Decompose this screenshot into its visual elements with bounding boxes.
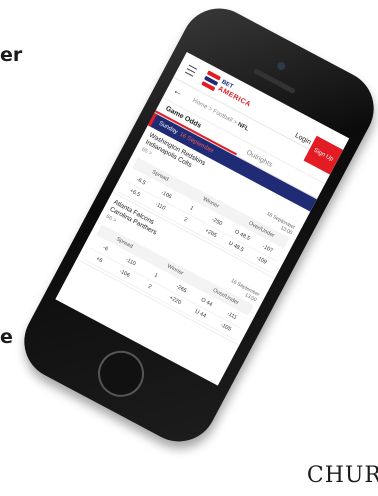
breadcrumb-football[interactable]: Football — [212, 109, 234, 124]
breadcrumb-current: NFL — [236, 121, 250, 133]
edge-text-top: er — [0, 44, 23, 66]
edge-text-bottom: e — [0, 326, 13, 348]
menu-icon[interactable] — [184, 64, 198, 77]
back-arrow-icon[interactable]: ← — [171, 85, 185, 99]
phone: BET AMERICA ← Home > Football > NFL Logi… — [10, 0, 378, 455]
brand-corner-text: CHUR — [306, 463, 378, 488]
breadcrumb-home[interactable]: Home — [191, 98, 208, 111]
